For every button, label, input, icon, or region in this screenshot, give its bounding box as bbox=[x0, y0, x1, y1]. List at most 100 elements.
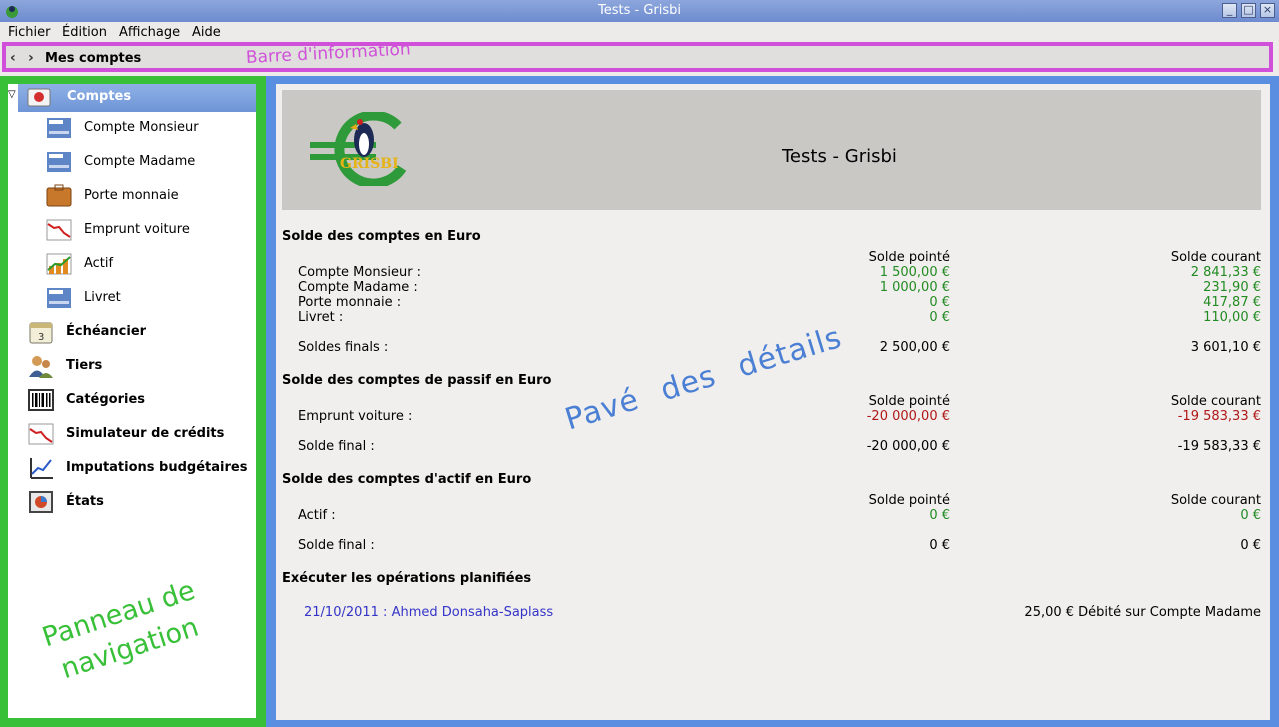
navigation-panel-annotation: Panneau de navigation bbox=[38, 573, 211, 690]
maximize-button[interactable]: □ bbox=[1241, 3, 1256, 18]
nav-item-categories[interactable]: Catégories bbox=[28, 385, 256, 415]
menu-edition[interactable]: Édition bbox=[62, 25, 107, 40]
infobar-title: Mes comptes bbox=[45, 51, 142, 66]
col-solde-courant: Solde courant bbox=[1170, 394, 1261, 409]
nav-account-compte-madame[interactable]: Compte Madame bbox=[46, 147, 256, 177]
balance-row: Actif : 0 € 0 € bbox=[298, 508, 1261, 524]
nav-label: Compte Madame bbox=[84, 154, 196, 169]
nav-label-comptes: Comptes bbox=[67, 89, 132, 104]
column-headers: Solde pointé Solde courant bbox=[298, 394, 1261, 410]
nav-label: Imputations budgétaires bbox=[66, 460, 248, 475]
accounts-icon bbox=[27, 88, 51, 107]
chart-up-icon bbox=[46, 253, 72, 275]
navigation-tree: ▽ Comptes Compte Monsieur Compte Madame … bbox=[8, 84, 256, 718]
nav-item-imputations[interactable]: Imputations budgétaires bbox=[28, 453, 256, 483]
column-headers: Solde pointé Solde courant bbox=[298, 493, 1261, 509]
minimize-button[interactable]: _ bbox=[1222, 3, 1237, 18]
solde-pointe: 0 € bbox=[929, 310, 950, 325]
final-label: Solde final : bbox=[298, 439, 375, 454]
solde-pointe: 0 € bbox=[929, 508, 950, 523]
nav-account-compte-monsieur[interactable]: Compte Monsieur bbox=[46, 113, 256, 143]
final-courant: 3 601,10 € bbox=[1190, 340, 1261, 355]
balance-row: Compte Monsieur : 1 500,00 € 2 841,33 € bbox=[298, 265, 1261, 281]
budget-chart-icon bbox=[30, 458, 53, 479]
nav-account-actif[interactable]: Actif bbox=[46, 249, 256, 279]
window-title: Tests - Grisbi bbox=[598, 3, 681, 18]
menu-fichier[interactable]: Fichier bbox=[8, 25, 51, 40]
people-icon bbox=[29, 356, 53, 378]
nav-label: États bbox=[66, 494, 104, 509]
account-name: Actif : bbox=[298, 508, 336, 523]
final-courant: -19 583,33 € bbox=[1177, 439, 1261, 454]
nav-item-echeancier[interactable]: 3 Échéancier bbox=[28, 317, 256, 347]
grisbi-logo: GRISBI bbox=[310, 112, 407, 186]
scheduled-operation-link[interactable]: 21/10/2011 : Ahmed Donsaha-Saplass bbox=[304, 605, 553, 620]
scheduled-operation-amount: 25,00 € Débité sur Compte Madame bbox=[1024, 605, 1261, 620]
nav-item-simulateur[interactable]: Simulateur de crédits bbox=[28, 419, 256, 449]
expander-triangle-icon[interactable]: ▽ bbox=[8, 89, 16, 100]
balance-row: Livret : 0 € 110,00 € bbox=[298, 310, 1261, 326]
solde-courant: 417,87 € bbox=[1203, 295, 1261, 310]
nav-account-porte-monnaie[interactable]: Porte monnaie bbox=[46, 181, 256, 211]
col-solde-pointe: Solde pointé bbox=[868, 250, 950, 265]
solde-pointe: 1 500,00 € bbox=[879, 265, 950, 280]
column-headers: Solde pointé Solde courant bbox=[298, 250, 1261, 266]
section-title-euro: Solde des comptes en Euro bbox=[282, 229, 481, 244]
col-solde-courant: Solde courant bbox=[1170, 493, 1261, 508]
section-title-scheduled: Exécuter les opérations planifiées bbox=[282, 571, 532, 586]
final-label: Soldes finals : bbox=[298, 340, 389, 355]
final-pointe: -20 000,00 € bbox=[866, 439, 950, 454]
solde-courant: 231,90 € bbox=[1203, 280, 1261, 295]
nav-label: Catégories bbox=[66, 392, 146, 407]
col-solde-pointe: Solde pointé bbox=[868, 394, 950, 409]
bank-card-icon bbox=[47, 288, 71, 308]
nav-label: Compte Monsieur bbox=[84, 120, 199, 135]
balance-row: Emprunt voiture : -20 000,00 € -19 583,3… bbox=[298, 409, 1261, 425]
nav-item-comptes[interactable]: Comptes bbox=[18, 84, 256, 112]
bank-card-icon bbox=[47, 152, 71, 172]
banner-title: Tests - Grisbi bbox=[782, 146, 897, 167]
nav-label: Échéancier bbox=[66, 324, 147, 339]
svg-text:3: 3 bbox=[38, 332, 44, 343]
nav-label: Tiers bbox=[66, 358, 103, 373]
menu-affichage[interactable]: Affichage bbox=[119, 25, 180, 40]
grisbi-app-icon bbox=[6, 6, 18, 18]
calendar-icon: 3 bbox=[29, 322, 53, 344]
final-balance-row: Solde final : 0 € 0 € bbox=[298, 538, 1261, 554]
solde-courant: -19 583,33 € bbox=[1177, 409, 1261, 424]
nav-label: Simulateur de crédits bbox=[66, 426, 225, 441]
details-content: GRISBI Tests - Grisbi Solde des comptes … bbox=[276, 84, 1270, 720]
final-pointe: 2 500,00 € bbox=[879, 340, 950, 355]
forward-arrow-icon[interactable]: › bbox=[28, 50, 34, 66]
nav-label: Actif bbox=[84, 256, 114, 271]
navigation-panel: ▽ Comptes Compte Monsieur Compte Madame … bbox=[0, 76, 266, 727]
info-bar: ‹ › Mes comptes Barre d'information bbox=[2, 39, 1273, 72]
credit-chart-icon bbox=[28, 423, 54, 445]
balance-row: Porte monnaie : 0 € 417,87 € bbox=[298, 295, 1261, 311]
balance-row: Compte Madame : 1 000,00 € 231,90 € bbox=[298, 280, 1261, 296]
final-balance-row: Solde final : -20 000,00 € -19 583,33 € bbox=[298, 439, 1261, 455]
nav-label: Porte monnaie bbox=[84, 188, 179, 203]
details-panel: GRISBI Tests - Grisbi Solde des comptes … bbox=[266, 76, 1279, 727]
bank-card-icon bbox=[47, 118, 71, 138]
nav-item-etats[interactable]: États bbox=[28, 487, 256, 517]
wallet-icon bbox=[46, 184, 72, 207]
account-name: Emprunt voiture : bbox=[298, 409, 413, 424]
col-solde-pointe: Solde pointé bbox=[868, 493, 950, 508]
nav-account-livret[interactable]: Livret bbox=[46, 283, 256, 313]
title-bar: Tests - Grisbi _ □ × bbox=[0, 0, 1279, 22]
chart-down-icon bbox=[46, 219, 72, 241]
menu-bar: Fichier Édition Affichage Aide bbox=[0, 22, 1279, 42]
close-button[interactable]: × bbox=[1260, 3, 1275, 18]
final-pointe: 0 € bbox=[929, 538, 950, 553]
account-name: Compte Monsieur : bbox=[298, 265, 422, 280]
menu-aide[interactable]: Aide bbox=[192, 25, 221, 40]
nav-label: Livret bbox=[84, 290, 121, 305]
back-arrow-icon[interactable]: ‹ bbox=[10, 50, 16, 66]
nav-item-tiers[interactable]: Tiers bbox=[28, 351, 256, 381]
nav-label: Emprunt voiture bbox=[84, 222, 190, 237]
final-label: Solde final : bbox=[298, 538, 375, 553]
solde-pointe: -20 000,00 € bbox=[866, 409, 950, 424]
nav-account-emprunt-voiture[interactable]: Emprunt voiture bbox=[46, 215, 256, 245]
reports-icon bbox=[29, 491, 53, 513]
